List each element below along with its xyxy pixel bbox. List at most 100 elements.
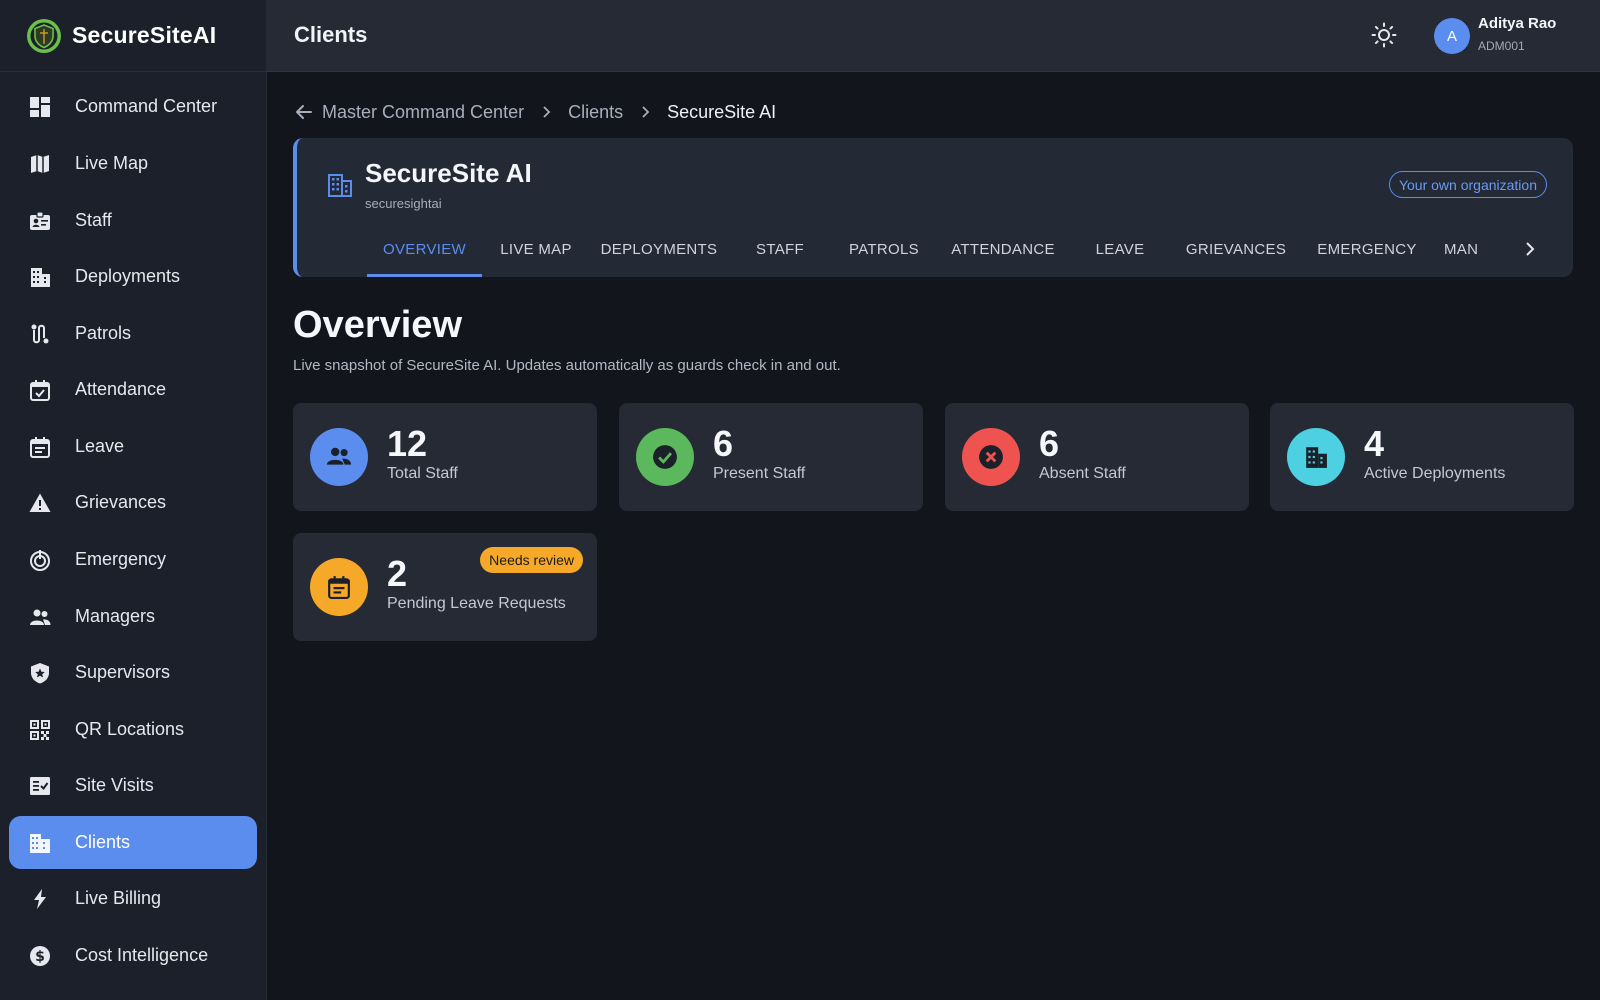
tab-patrols[interactable]: PATROLS — [832, 234, 936, 277]
stat-label: Pending Leave Requests — [387, 595, 566, 612]
stat-card-active-deployments[interactable]: 4 Active Deployments — [1270, 403, 1574, 511]
tab-overview[interactable]: OVERVIEW — [367, 234, 482, 277]
chevron-right-icon — [642, 106, 650, 118]
sidebar-item-label: Staff — [75, 210, 112, 230]
sidebar-item-label: Leave — [75, 436, 125, 456]
brand[interactable]: SecureSiteAI — [0, 0, 266, 72]
top-header: Clients A Aditya Rao ADM001 — [267, 0, 1600, 72]
avatar[interactable]: A — [1434, 18, 1470, 54]
svg-text:$: $ — [35, 949, 45, 965]
brand-name: SecureSiteAI — [72, 22, 217, 48]
overview-subtitle: Live snapshot of SecureSite AI. Updates … — [293, 357, 841, 374]
emergency-icon — [28, 548, 52, 572]
people-icon — [310, 428, 368, 486]
stat-card-present-staff[interactable]: 6 Present Staff — [619, 403, 923, 511]
calendar-icon — [28, 435, 52, 459]
sidebar-item-site-visits[interactable]: Site Visits — [9, 759, 257, 812]
sidebar-item-qr-locations[interactable]: QR Locations — [9, 703, 257, 756]
dashboard-icon — [28, 95, 52, 119]
page-title: Clients — [294, 22, 368, 47]
id-badge-icon — [28, 209, 52, 233]
people-icon — [28, 605, 52, 629]
sidebar-item-live-map[interactable]: Live Map — [9, 137, 257, 190]
sidebar-item-label: Attendance — [75, 379, 167, 399]
shield-star-icon — [28, 661, 52, 685]
stat-label: Total Staff — [387, 465, 458, 482]
sidebar-item-command-center[interactable]: Command Center — [9, 80, 257, 133]
warning-icon — [28, 491, 52, 515]
business-icon — [28, 831, 52, 855]
sidebar-item-patrols[interactable]: Patrols — [9, 307, 257, 360]
checklist-icon — [28, 774, 52, 798]
sidebar-item-label: Patrols — [75, 323, 132, 343]
stat-value: 12 — [387, 423, 428, 464]
tab-staff[interactable]: STAFF — [728, 234, 832, 277]
sidebar-item-attendance[interactable]: Attendance — [9, 363, 257, 416]
overview-title: Overview — [293, 304, 462, 346]
user-name: Aditya Rao — [1478, 15, 1557, 32]
tab-managers[interactable]: MAN — [1432, 234, 1517, 277]
stat-card-absent-staff[interactable]: 6 Absent Staff — [945, 403, 1249, 511]
x-circle-icon — [962, 428, 1020, 486]
tab-live-map[interactable]: LIVE MAP — [482, 234, 590, 277]
stat-value: 6 — [1039, 423, 1060, 464]
sidebar-item-label: Grievances — [75, 492, 167, 512]
dollar-icon: $ — [28, 944, 52, 968]
sidebar-item-managers[interactable]: Managers — [9, 590, 257, 643]
tab-deployments[interactable]: DEPLOYMENTS — [590, 234, 728, 277]
sidebar-item-leave[interactable]: Leave — [9, 420, 257, 473]
stat-value: 4 — [1364, 423, 1385, 464]
stat-value: 6 — [713, 423, 734, 464]
sidebar-item-label: QR Locations — [75, 719, 185, 739]
sidebar-item-label: Deployments — [75, 266, 181, 286]
sidebar-item-deployments[interactable]: Deployments — [9, 250, 257, 303]
sidebar-item-staff[interactable]: Staff — [9, 194, 257, 247]
building-icon — [1287, 428, 1345, 486]
breadcrumb: Master Command Center Clients SecureSite… — [294, 100, 776, 124]
sidebar-item-emergency[interactable]: Emergency — [9, 533, 257, 586]
sidebar-item-label: Live Map — [75, 153, 149, 173]
user-id: ADM001 — [1478, 39, 1525, 53]
stat-card-total-staff[interactable]: 12 Total Staff — [293, 403, 597, 511]
sidebar-item-label: Command Center — [75, 96, 218, 116]
breadcrumb-master-command-center[interactable]: Master Command Center — [322, 102, 524, 123]
client-header-card: SecureSite AI securesightai Your own org… — [293, 138, 1573, 277]
sidebar-item-label: Cost Intelligence — [75, 945, 209, 965]
route-icon — [28, 322, 52, 346]
sidebar-item-clients[interactable]: Clients — [9, 816, 257, 869]
tab-attendance[interactable]: ATTENDANCE — [936, 234, 1070, 277]
breadcrumb-clients[interactable]: Clients — [568, 102, 623, 123]
sidebar-item-live-billing[interactable]: Live Billing — [9, 872, 257, 925]
arrow-back-icon[interactable] — [294, 102, 314, 122]
sidebar-item-label: Live Billing — [75, 888, 162, 908]
business-icon — [328, 174, 352, 197]
sidebar-item-grievances[interactable]: Grievances — [9, 476, 257, 529]
building-icon — [28, 265, 52, 289]
client-tabs: OVERVIEW LIVE MAP DEPLOYMENTS STAFF PATR… — [367, 234, 1517, 277]
chevron-right-icon — [543, 106, 551, 118]
bolt-icon — [28, 887, 52, 911]
client-name: SecureSite AI — [365, 158, 532, 188]
stat-label: Present Staff — [713, 465, 806, 482]
map-icon — [28, 152, 52, 176]
calendar-check-icon — [28, 378, 52, 402]
needs-review-badge: Needs review — [480, 547, 583, 573]
tab-emergency[interactable]: EMERGENCY — [1302, 234, 1432, 277]
stat-label: Active Deployments — [1364, 465, 1506, 482]
chevron-right-icon[interactable] — [1519, 238, 1541, 260]
stat-label: Absent Staff — [1039, 465, 1126, 482]
sidebar-item-label: Site Visits — [75, 775, 154, 795]
sidebar-item-label: Managers — [75, 606, 156, 626]
stat-card-pending-leave[interactable]: 2 Pending Leave Requests Needs review — [293, 533, 597, 641]
breadcrumb-current: SecureSite AI — [667, 101, 777, 122]
client-slug: securesightai — [365, 196, 442, 211]
own-organization-badge: Your own organization — [1388, 171, 1547, 198]
qr-code-icon — [28, 718, 52, 742]
sidebar-item-cost-intelligence[interactable]: $ Cost Intelligence — [9, 929, 257, 982]
sidebar-item-supervisors[interactable]: Supervisors — [9, 646, 257, 699]
sun-icon[interactable] — [1371, 22, 1397, 48]
sidebar-item-label: Emergency — [75, 549, 167, 569]
shield-logo-icon — [27, 18, 61, 53]
tab-grievances[interactable]: GRIEVANCES — [1170, 234, 1302, 277]
tab-leave[interactable]: LEAVE — [1070, 234, 1170, 277]
